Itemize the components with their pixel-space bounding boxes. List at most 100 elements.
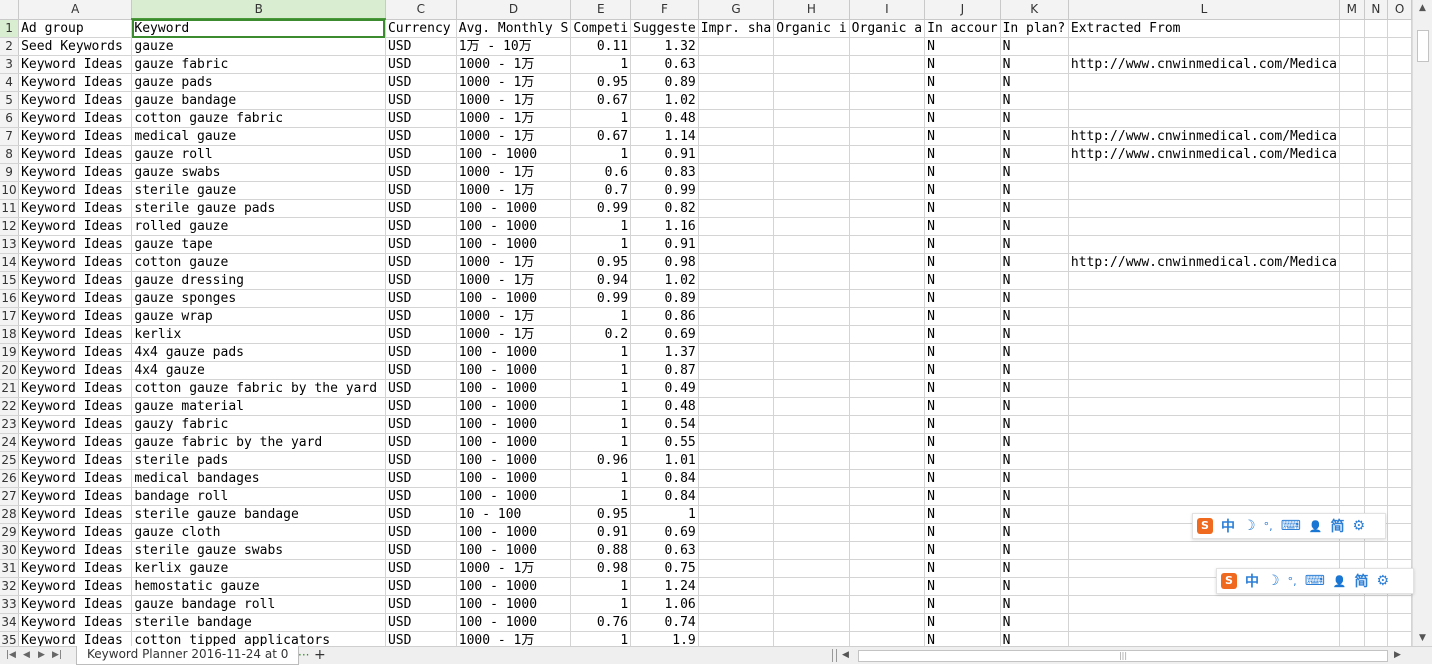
table-cell[interactable] — [1068, 163, 1341, 182]
table-cell[interactable]: N — [924, 469, 1001, 488]
table-cell[interactable] — [698, 559, 775, 578]
table-cell[interactable]: gauze tape — [131, 235, 386, 254]
table-cell[interactable] — [849, 217, 926, 236]
table-cell[interactable] — [1364, 541, 1389, 560]
header-cell[interactable]: Avg. Monthly S — [456, 19, 572, 38]
table-cell[interactable]: USD — [385, 613, 457, 632]
table-cell[interactable] — [1364, 73, 1389, 92]
table-cell[interactable]: N — [1000, 55, 1069, 74]
table-cell[interactable]: 0.6 — [570, 163, 632, 182]
table-cell[interactable] — [773, 343, 850, 362]
table-cell[interactable]: 0.91 — [630, 235, 699, 254]
table-cell[interactable]: 1000 - 1万 — [456, 325, 572, 344]
table-cell[interactable] — [773, 55, 850, 74]
table-cell[interactable]: 100 - 1000 — [456, 145, 572, 164]
table-cell[interactable]: Seed Keywords — [18, 37, 133, 56]
table-cell[interactable] — [849, 253, 926, 272]
table-cell[interactable] — [849, 577, 926, 596]
column-header[interactable]: K — [1000, 0, 1069, 20]
table-cell[interactable] — [698, 523, 775, 542]
table-cell[interactable]: USD — [385, 559, 457, 578]
table-cell[interactable]: Keyword Ideas — [18, 55, 133, 74]
table-cell[interactable] — [1068, 91, 1341, 110]
table-cell[interactable] — [1387, 271, 1412, 290]
ime-user-icon[interactable]: 👤 — [1309, 520, 1323, 533]
table-cell[interactable]: N — [1000, 325, 1069, 344]
table-cell[interactable]: 0.95 — [570, 73, 632, 92]
table-cell[interactable] — [773, 505, 850, 524]
table-cell[interactable] — [849, 145, 926, 164]
table-cell[interactable]: 1.01 — [630, 451, 699, 470]
table-cell[interactable]: USD — [385, 37, 457, 56]
table-cell[interactable] — [849, 289, 926, 308]
table-cell[interactable] — [849, 379, 926, 398]
table-cell[interactable]: USD — [385, 253, 457, 272]
table-cell[interactable] — [773, 379, 850, 398]
table-cell[interactable] — [1068, 613, 1341, 632]
table-cell[interactable] — [849, 523, 926, 542]
row-header[interactable]: 25 — [0, 451, 20, 470]
table-cell[interactable] — [1387, 613, 1412, 632]
table-cell[interactable] — [773, 91, 850, 110]
table-cell[interactable]: 1 — [570, 577, 632, 596]
table-cell[interactable]: N — [924, 433, 1001, 452]
table-cell[interactable]: N — [1000, 397, 1069, 416]
table-cell[interactable]: Keyword Ideas — [18, 289, 133, 308]
table-cell[interactable] — [1387, 415, 1412, 434]
table-cell[interactable]: USD — [385, 127, 457, 146]
table-cell[interactable]: N — [1000, 631, 1069, 646]
table-cell[interactable]: kerlix gauze — [131, 559, 386, 578]
table-cell[interactable]: 1000 - 1万 — [456, 91, 572, 110]
table-cell[interactable] — [1364, 55, 1389, 74]
table-cell[interactable]: 0.89 — [630, 73, 699, 92]
table-cell[interactable] — [1339, 469, 1365, 488]
next-sheet-icon[interactable]: ▶ — [38, 647, 45, 664]
table-cell[interactable]: 1 — [570, 631, 632, 646]
table-cell[interactable]: 0.98 — [630, 253, 699, 272]
table-cell[interactable]: 0.86 — [630, 307, 699, 326]
table-cell[interactable]: USD — [385, 109, 457, 128]
table-cell[interactable]: 100 - 1000 — [456, 487, 572, 506]
table-cell[interactable]: Keyword Ideas — [18, 235, 133, 254]
table-cell[interactable] — [1339, 451, 1365, 470]
column-header[interactable]: F — [630, 0, 699, 20]
table-cell[interactable] — [1339, 37, 1365, 56]
table-cell[interactable] — [849, 109, 926, 128]
table-cell[interactable]: N — [1000, 433, 1069, 452]
header-cell[interactable] — [1339, 19, 1365, 38]
table-cell[interactable] — [849, 361, 926, 380]
table-cell[interactable]: gauze roll — [131, 145, 386, 164]
table-cell[interactable]: N — [924, 253, 1001, 272]
table-cell[interactable] — [1068, 595, 1341, 614]
table-cell[interactable]: Keyword Ideas — [18, 559, 133, 578]
table-cell[interactable]: 1 — [570, 109, 632, 128]
table-cell[interactable] — [1339, 631, 1365, 646]
row-header[interactable]: 8 — [0, 145, 20, 164]
table-cell[interactable] — [1068, 361, 1341, 380]
table-cell[interactable] — [698, 127, 775, 146]
table-cell[interactable] — [1387, 343, 1412, 362]
table-cell[interactable]: USD — [385, 541, 457, 560]
table-cell[interactable]: Keyword Ideas — [18, 163, 133, 182]
table-cell[interactable]: cotton gauze fabric — [131, 109, 386, 128]
table-cell[interactable]: 1000 - 1万 — [456, 631, 572, 646]
table-cell[interactable]: 1.02 — [630, 271, 699, 290]
table-cell[interactable] — [1068, 217, 1341, 236]
table-cell[interactable] — [849, 505, 926, 524]
table-cell[interactable] — [773, 541, 850, 560]
table-cell[interactable] — [1339, 109, 1365, 128]
table-cell[interactable]: N — [1000, 307, 1069, 326]
table-cell[interactable]: Keyword Ideas — [18, 73, 133, 92]
vertical-scrollbar[interactable]: ▲ ▼ — [1412, 0, 1432, 646]
table-cell[interactable]: N — [1000, 415, 1069, 434]
table-cell[interactable]: N — [924, 307, 1001, 326]
table-cell[interactable] — [1387, 595, 1412, 614]
ime-toolbar[interactable]: S 中 ☽ °, ⌨ 👤 简 ⚙ — [1192, 513, 1386, 539]
table-cell[interactable] — [773, 631, 850, 646]
table-cell[interactable] — [773, 235, 850, 254]
column-header[interactable]: E — [570, 0, 632, 20]
header-cell[interactable]: Impr. sha — [698, 19, 775, 38]
ime-moon-icon[interactable]: ☽ — [1267, 573, 1280, 589]
table-cell[interactable] — [1364, 631, 1389, 646]
table-cell[interactable]: N — [924, 73, 1001, 92]
